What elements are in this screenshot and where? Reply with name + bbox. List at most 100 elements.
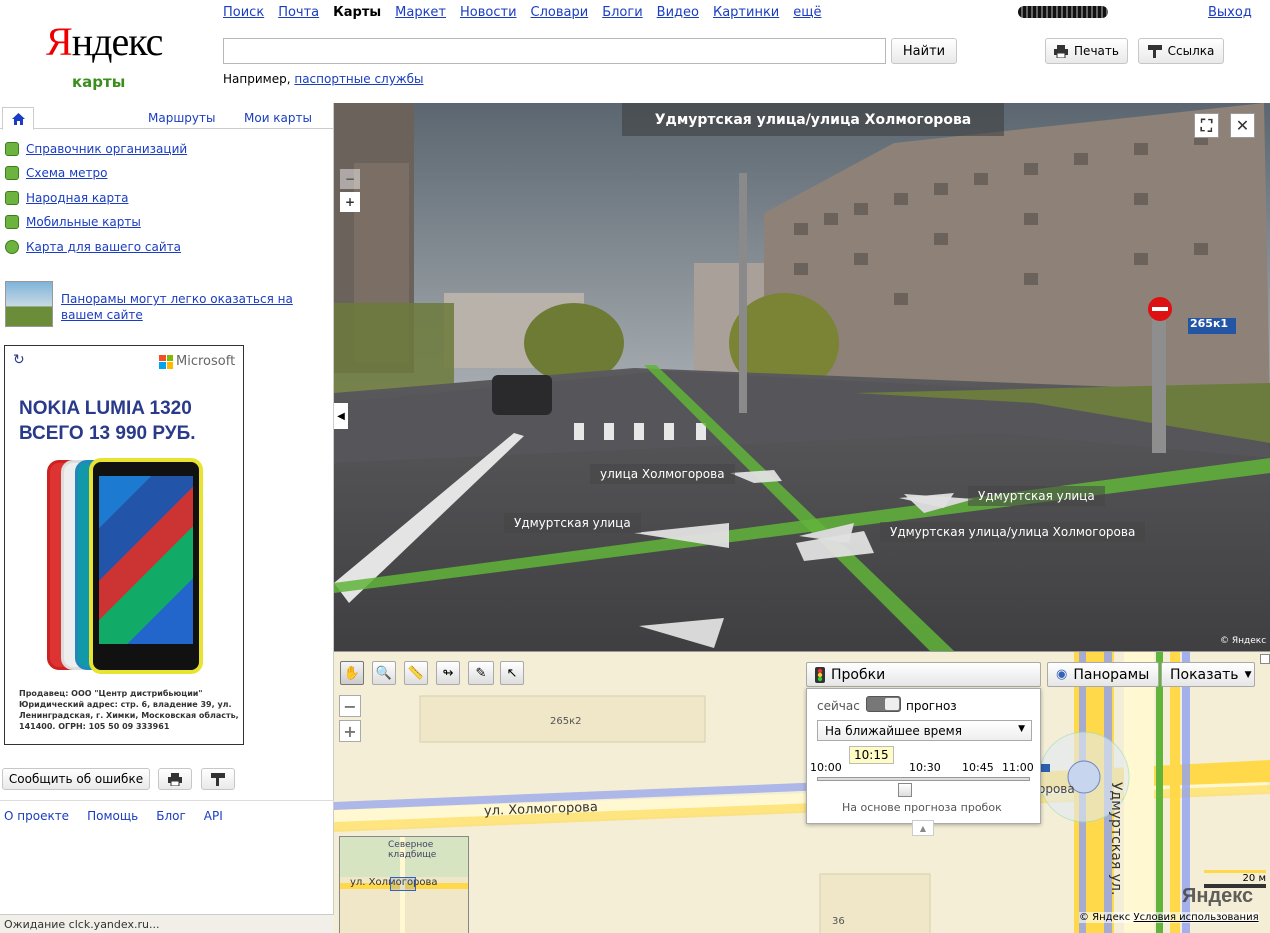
chevron-up-icon: ▲ xyxy=(919,823,927,833)
street-panorama-image[interactable] xyxy=(334,103,1270,651)
footer-link-api[interactable]: API xyxy=(204,809,223,823)
fullscreen-button[interactable]: ⛶ xyxy=(1194,113,1219,138)
tab-home[interactable] xyxy=(2,107,34,130)
service-link-dictionaries[interactable]: Словари xyxy=(531,5,589,20)
map-resize-handle[interactable] xyxy=(1260,654,1270,664)
tab-my-maps[interactable]: Мои карты xyxy=(244,111,312,125)
sidebar-item-mobile[interactable]: Мобильные карты xyxy=(5,215,141,229)
map-zoom-in[interactable]: + xyxy=(339,720,361,742)
search-input[interactable] xyxy=(223,38,886,64)
logout-link[interactable]: Выход xyxy=(1208,5,1252,20)
building-label-36: 36 xyxy=(832,916,845,927)
minimap[interactable]: Северное кладбище ул. Холмогорова xyxy=(339,836,469,933)
pano-label-udmurtskaya-left[interactable]: Удмуртская улица xyxy=(504,513,641,533)
sidebar-item-site-map[interactable]: Карта для вашего сайта xyxy=(5,240,181,254)
sidebar: Маршруты Мои карты Справочник организаци… xyxy=(0,103,334,933)
panoramas-button[interactable]: ◉ Панорамы xyxy=(1047,662,1159,687)
minus-icon: − xyxy=(344,172,356,186)
book-icon xyxy=(5,142,19,156)
mobile-icon xyxy=(5,215,19,229)
panorama-zoom-out[interactable]: − xyxy=(340,169,360,189)
pano-label-kholmogorova[interactable]: улица Холмогорова xyxy=(590,464,735,484)
ad-legal-text: Продавец: ООО "Центр дистрибьюции" Юриди… xyxy=(19,689,239,731)
arrow-left-icon: ◀ xyxy=(337,410,345,422)
footer-link-about[interactable]: О проекте xyxy=(4,809,69,823)
plus-icon: + xyxy=(344,195,356,209)
panorama-promo-link[interactable]: Панорамы могут легко оказаться на вашем … xyxy=(61,291,329,323)
panorama-promo-icon[interactable] xyxy=(5,281,53,327)
pano-label-intersection[interactable]: Удмуртская улица/улица Холмогорова xyxy=(880,522,1146,542)
service-link-video[interactable]: Видео xyxy=(657,5,699,20)
pano-label-udmurtskaya-right[interactable]: Удмуртская улица xyxy=(968,486,1105,506)
panorama-zoom-in[interactable]: + xyxy=(340,192,360,212)
service-link-more[interactable]: ещё xyxy=(793,5,821,20)
route-tool-button[interactable]: ↬ xyxy=(436,661,460,685)
show-layers-button[interactable]: Показать ▼ xyxy=(1161,662,1255,687)
traffic-button[interactable]: Пробки xyxy=(806,662,1041,687)
time-tick-1100: 11:00 xyxy=(1002,761,1034,774)
print-button[interactable]: Печать xyxy=(1045,38,1128,64)
service-link-news[interactable]: Новости xyxy=(460,5,517,20)
collapse-traffic-button[interactable]: ▲ xyxy=(912,820,934,836)
cursor-icon: ↖ xyxy=(506,665,518,681)
collapse-sidebar-button[interactable]: ◀ xyxy=(334,403,348,429)
username-redacted[interactable] xyxy=(1018,6,1108,18)
sidebar-item-people-map[interactable]: Народная карта xyxy=(5,191,128,205)
service-link-market[interactable]: Маркет xyxy=(395,5,446,20)
select-tool-button[interactable]: ↖ xyxy=(500,661,524,685)
magnifier-tool-button[interactable]: 🔍 xyxy=(372,661,396,685)
hand-tool-button[interactable]: ✋ xyxy=(340,661,364,685)
yandex-logo[interactable]: Яндекс xyxy=(46,22,163,62)
ad-title: NOKIA LUMIA 1320 ВСЕГО 13 990 РУБ. xyxy=(19,398,196,444)
search-button[interactable]: Найти xyxy=(891,38,957,64)
report-error-button[interactable]: Сообщить об ошибке xyxy=(2,768,150,790)
pin-icon xyxy=(211,772,225,786)
footer-link-help[interactable]: Помощь xyxy=(87,809,138,823)
map-canvas[interactable] xyxy=(334,652,1270,933)
metro-icon xyxy=(5,166,19,180)
refresh-icon[interactable]: ↻ xyxy=(13,352,25,368)
service-link-search[interactable]: Поиск xyxy=(223,5,264,20)
site-map-icon xyxy=(5,240,19,254)
link-button[interactable]: Ссылка xyxy=(1138,38,1224,64)
header: Яндекс карты Поиск Почта Карты Маркет Но… xyxy=(0,0,1270,103)
service-link-blogs[interactable]: Блоги xyxy=(602,5,642,20)
footer-links: О проекте Помощь Блог API xyxy=(4,809,223,823)
house-number-sign: 265к1 xyxy=(1190,317,1229,330)
service-link-maps: Карты xyxy=(333,5,382,20)
terms-link[interactable]: Условия использования xyxy=(1133,912,1258,923)
traffic-time-slider-thumb[interactable] xyxy=(898,783,913,797)
close-panorama-button[interactable]: ✕ xyxy=(1230,113,1255,138)
panorama-view[interactable]: Удмуртская улица/улица Холмогорова ⛶ ✕ −… xyxy=(334,103,1270,651)
logo-subtitle: карты xyxy=(72,73,126,91)
fullscreen-icon: ⛶ xyxy=(1200,115,1213,135)
ruler-tool-button[interactable]: 📏 xyxy=(404,661,428,685)
print-small-button[interactable] xyxy=(158,768,192,790)
sidebar-item-metro[interactable]: Схема метро xyxy=(5,166,107,180)
sidebar-item-directory[interactable]: Справочник организаций xyxy=(5,142,187,156)
service-link-images[interactable]: Картинки xyxy=(713,5,779,20)
traffic-now-label: сейчас xyxy=(817,699,860,713)
divider xyxy=(0,800,334,801)
map-view[interactable]: ✋ 🔍 📏 ↬ ✎ ↖ − + 265к2 ул. Холмогорова 36… xyxy=(334,651,1270,933)
link-small-button[interactable] xyxy=(201,768,235,790)
minus-icon: − xyxy=(343,696,357,716)
ad-brand: Microsoft xyxy=(159,354,235,369)
tab-routes[interactable]: Маршруты xyxy=(148,111,216,125)
minimap-viewport[interactable] xyxy=(390,877,416,891)
hand-icon: ✋ xyxy=(343,665,361,681)
panorama-title: Удмуртская улица/улица Холмогорова xyxy=(622,103,1004,136)
map-zoom-out[interactable]: − xyxy=(339,695,361,717)
service-link-mail[interactable]: Почта xyxy=(278,5,319,20)
traffic-time-select[interactable]: На ближайшее время ▼ xyxy=(817,720,1032,741)
ruler-icon: 📏 xyxy=(407,665,425,681)
traffic-mode-toggle[interactable] xyxy=(866,696,901,712)
search-hint-link[interactable]: паспортные службы xyxy=(294,72,423,86)
map-copyright: © Яндекс Условия использования xyxy=(1079,912,1259,923)
traffic-time-slider-track[interactable] xyxy=(817,777,1030,781)
footer-link-blog[interactable]: Блог xyxy=(156,809,186,823)
ad-banner[interactable]: ↻ Microsoft NOKIA LUMIA 1320 ВСЕГО 13 990… xyxy=(4,345,244,745)
add-object-tool-button[interactable]: ✎ xyxy=(468,661,494,685)
time-tick-1045: 10:45 xyxy=(962,761,994,774)
close-icon: ✕ xyxy=(1235,116,1250,135)
